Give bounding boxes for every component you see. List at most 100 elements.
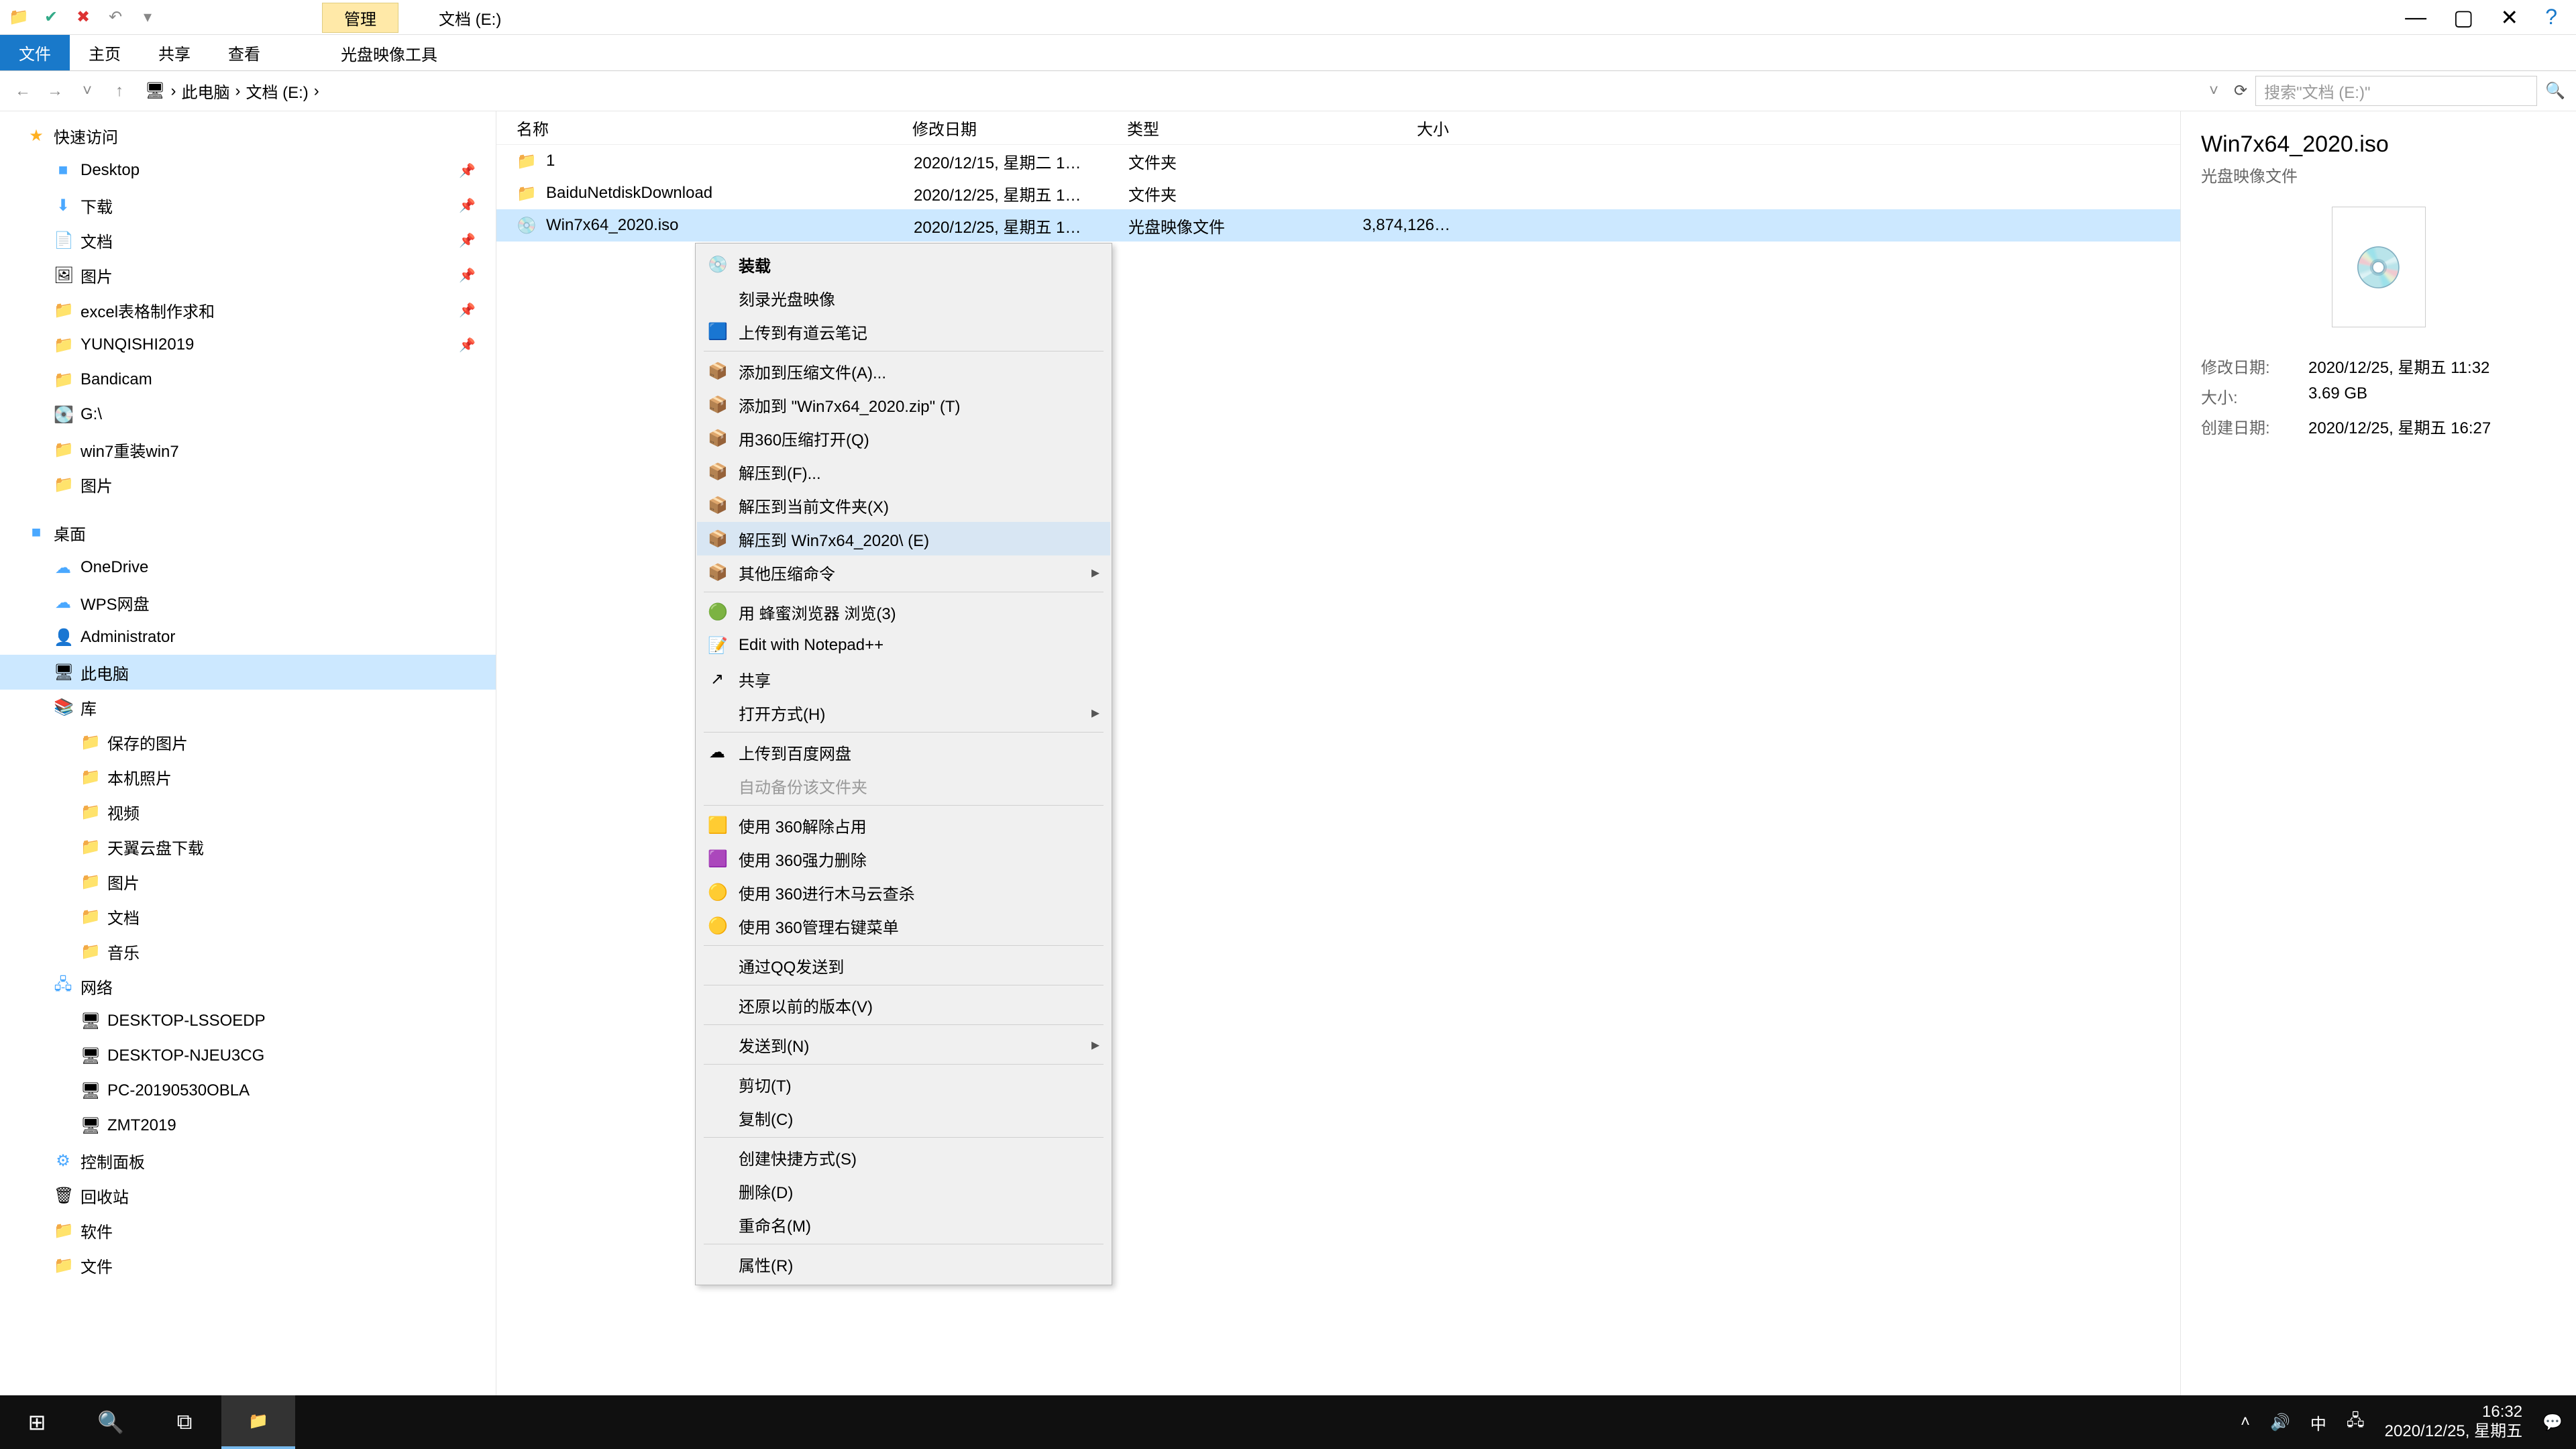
tree-item[interactable]: 📁excel表格制作求和📌: [0, 292, 496, 327]
ribbon-tab[interactable]: 光盘映像工具: [322, 35, 456, 71]
recent-dropdown[interactable]: ˅: [75, 82, 99, 101]
tree-item[interactable]: ■桌面: [0, 515, 496, 550]
tree-item[interactable]: 🗑回收站: [0, 1178, 496, 1213]
ribbon-tab[interactable]: 共享: [140, 35, 209, 70]
tree-item[interactable]: 📁音乐: [0, 934, 496, 969]
refresh-button[interactable]: ⟳: [2234, 81, 2247, 101]
tree-item[interactable]: ■Desktop📌: [0, 153, 496, 188]
maximize-button[interactable]: ▢: [2453, 5, 2473, 30]
menu-item[interactable]: 发送到(N)▸: [697, 1028, 1110, 1061]
menu-item[interactable]: 🟡使用 360进行木马云查杀: [697, 875, 1110, 909]
search-input[interactable]: 搜索"文档 (E:)": [2255, 76, 2537, 106]
tree-item[interactable]: 📄文档📌: [0, 223, 496, 258]
tree-item[interactable]: 📁文件: [0, 1248, 496, 1283]
start-button[interactable]: ⊞: [0, 1395, 74, 1449]
menu-item[interactable]: 还原以前的版本(V): [697, 988, 1110, 1022]
explorer-taskbar-icon[interactable]: 📁: [221, 1395, 295, 1449]
menu-item[interactable]: 🟦上传到有道云笔记: [697, 315, 1110, 348]
menu-item[interactable]: 通过QQ发送到: [697, 949, 1110, 982]
menu-item[interactable]: 🟡使用 360管理右键菜单: [697, 909, 1110, 943]
tree-item[interactable]: 👤Administrator: [0, 620, 496, 655]
tree-item[interactable]: 🖥此电脑: [0, 655, 496, 690]
tree-item[interactable]: 📚库: [0, 690, 496, 724]
tree-item[interactable]: 📁文档: [0, 899, 496, 934]
tree-item[interactable]: 🖥DESKTOP-LSSOEDP: [0, 1004, 496, 1038]
menu-item[interactable]: 📦解压到 Win7x64_2020\ (E): [697, 522, 1110, 555]
tree-item[interactable]: ⚙控制面板: [0, 1143, 496, 1178]
file-row[interactable]: 💿Win7x64_2020.iso2020/12/25, 星期五 1…光盘映像文…: [496, 209, 2180, 241]
crumb[interactable]: 文档 (E:): [246, 79, 308, 103]
tray-up-icon[interactable]: ˄: [2241, 1413, 2250, 1432]
qat-delete-icon[interactable]: ✖: [70, 4, 97, 31]
qat-save-icon[interactable]: ✔: [38, 4, 64, 31]
tree-item[interactable]: ⬇下载📌: [0, 188, 496, 223]
tree-item[interactable]: 🖧网络: [0, 969, 496, 1004]
tree-item[interactable]: 💽G:\: [0, 397, 496, 432]
ribbon-tab[interactable]: 查看: [209, 35, 279, 70]
menu-item[interactable]: 创建快捷方式(S): [697, 1140, 1110, 1174]
menu-item[interactable]: 📝Edit with Notepad++: [697, 629, 1110, 662]
search-button[interactable]: 🔍: [74, 1395, 148, 1449]
ribbon-tab[interactable]: 文件: [0, 35, 70, 70]
help-button[interactable]: ?: [2545, 5, 2557, 30]
back-button[interactable]: ←: [11, 82, 35, 101]
minimize-button[interactable]: —: [2405, 5, 2426, 30]
col-size[interactable]: 大小: [1315, 116, 1462, 140]
breadcrumb[interactable]: 🖥 › 此电脑 › 文档 (E:) ›: [140, 76, 2194, 105]
network-icon[interactable]: 🖧: [2347, 1409, 2365, 1436]
menu-item[interactable]: 🟢用 蜂蜜浏览器 浏览(3): [697, 595, 1110, 629]
menu-item[interactable]: 📦其他压缩命令▸: [697, 555, 1110, 589]
up-button[interactable]: ↑: [107, 82, 131, 101]
menu-item[interactable]: 📦用360压缩打开(Q): [697, 421, 1110, 455]
tree-item[interactable]: 📁视频: [0, 794, 496, 829]
close-button[interactable]: ✕: [2500, 5, 2518, 30]
col-type[interactable]: 类型: [1127, 116, 1315, 140]
menu-item[interactable]: 重命名(M): [697, 1208, 1110, 1241]
tree-item[interactable]: 🖥DESKTOP-NJEU3CG: [0, 1038, 496, 1073]
tree-item[interactable]: 🖥PC-20190530OBLA: [0, 1073, 496, 1108]
menu-item[interactable]: 📦解压到当前文件夹(X): [697, 488, 1110, 522]
ribbon-tab[interactable]: 主页: [70, 35, 140, 70]
menu-item[interactable]: 📦添加到 "Win7x64_2020.zip" (T): [697, 388, 1110, 421]
menu-item[interactable]: 刻录光盘映像: [697, 281, 1110, 315]
file-row[interactable]: 📁BaiduNetdiskDownload2020/12/25, 星期五 1…文…: [496, 177, 2180, 209]
menu-item[interactable]: 📦添加到压缩文件(A)...: [697, 354, 1110, 388]
tree-item[interactable]: 📁软件: [0, 1213, 496, 1248]
menu-item[interactable]: 📦解压到(F)...: [697, 455, 1110, 488]
tree-item[interactable]: 🖼图片📌: [0, 258, 496, 292]
tree-item[interactable]: 📁天翼云盘下载: [0, 829, 496, 864]
tree-item[interactable]: ☁OneDrive: [0, 550, 496, 585]
tree-item[interactable]: 🖥ZMT2019: [0, 1108, 496, 1143]
clock[interactable]: 16:32 2020/12/25, 星期五: [2385, 1403, 2522, 1442]
tree-item[interactable]: 📁图片: [0, 467, 496, 502]
menu-item[interactable]: 🟨使用 360解除占用: [697, 808, 1110, 842]
ime-indicator[interactable]: 中: [2310, 1411, 2326, 1434]
search-icon[interactable]: 🔍: [2545, 81, 2565, 101]
menu-item[interactable]: ↗共享: [697, 662, 1110, 696]
crumb-history-icon[interactable]: ˅: [2202, 82, 2226, 101]
tree-item[interactable]: 📁Bandicam: [0, 362, 496, 397]
menu-item[interactable]: 剪切(T): [697, 1067, 1110, 1101]
col-date[interactable]: 修改日期: [912, 116, 1127, 140]
menu-item[interactable]: 打开方式(H)▸: [697, 696, 1110, 729]
tree-item[interactable]: ☁WPS网盘: [0, 585, 496, 620]
tree-item[interactable]: 📁win7重装win7: [0, 432, 496, 467]
menu-item[interactable]: 属性(R): [697, 1247, 1110, 1281]
menu-item[interactable]: 复制(C): [697, 1101, 1110, 1134]
menu-item[interactable]: 删除(D): [697, 1174, 1110, 1208]
col-name[interactable]: 名称: [517, 116, 912, 140]
tree-item[interactable]: 📁YUNQISHI2019📌: [0, 327, 496, 362]
menu-item[interactable]: 💿装载: [697, 248, 1110, 281]
menu-item[interactable]: 🟪使用 360强力删除: [697, 842, 1110, 875]
volume-icon[interactable]: 🔊: [2270, 1413, 2290, 1432]
file-row[interactable]: 📁12020/12/15, 星期二 1…文件夹: [496, 145, 2180, 177]
forward-button[interactable]: →: [43, 82, 67, 101]
tree-item[interactable]: ★快速访问: [0, 118, 496, 153]
tree-item[interactable]: 📁本机照片: [0, 759, 496, 794]
tree-item[interactable]: 📁图片: [0, 864, 496, 899]
qat-dropdown-icon[interactable]: ▾: [134, 4, 161, 31]
action-center-icon[interactable]: 💬: [2542, 1413, 2563, 1432]
crumb[interactable]: 此电脑: [181, 79, 229, 103]
menu-item[interactable]: ☁上传到百度网盘: [697, 735, 1110, 769]
qat-undo-icon[interactable]: ↶: [102, 4, 129, 31]
